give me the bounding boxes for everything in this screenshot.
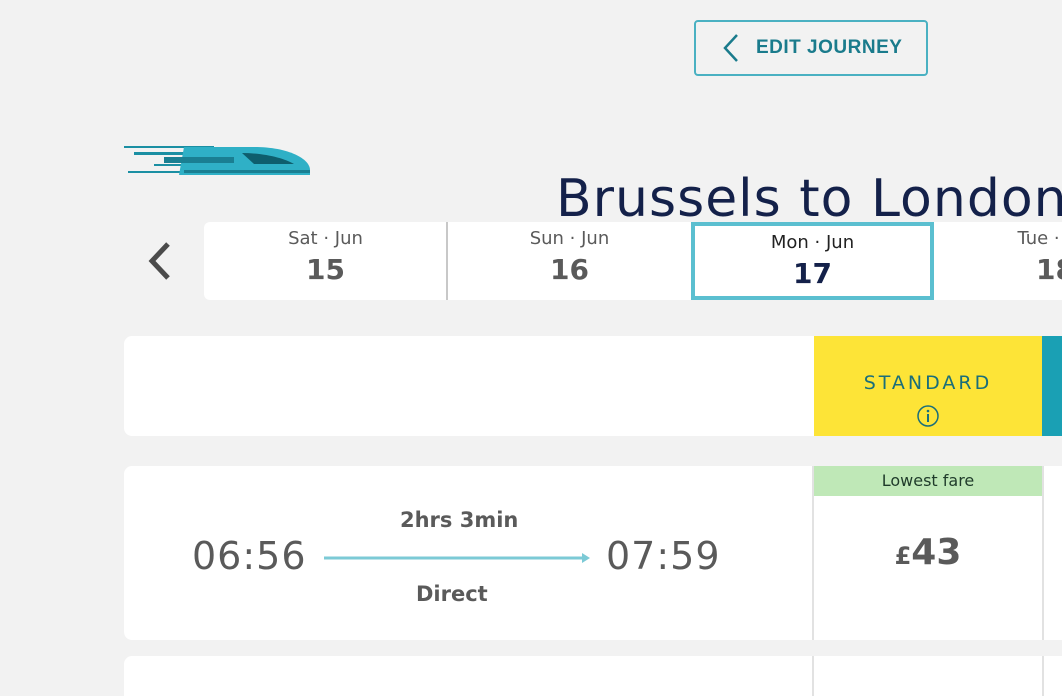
arrow-right-icon: [324, 553, 590, 563]
edit-journey-button[interactable]: EDIT JOURNEY: [694, 20, 928, 76]
fare-column-divider: [812, 656, 814, 696]
chevron-left-icon: [723, 34, 738, 62]
standard-fare-cell[interactable]: Lowest fare £43: [812, 466, 1044, 640]
journey-row: 06:56 2hrs 3min Direct 07:59 Lowest fare…: [124, 466, 1062, 640]
fare-column-divider: [1042, 656, 1044, 696]
date-tile-day: 17: [793, 257, 832, 290]
arrival-time: 07:59: [606, 534, 721, 578]
date-tile-label: Sat · Jun: [288, 228, 363, 249]
price-currency: £: [894, 542, 912, 570]
price-amount: 43: [911, 532, 962, 573]
date-tile-label: Sun · Jun: [529, 228, 610, 249]
page-title: Brussels to London: [556, 168, 1062, 229]
departure-time: 06:56: [192, 534, 307, 578]
lowest-fare-badge: Lowest fare: [814, 466, 1042, 496]
fare-price: £43: [814, 532, 1042, 573]
fare-class-header: STANDARD: [124, 336, 1062, 436]
info-icon[interactable]: [916, 404, 940, 428]
previous-date-arrow-icon[interactable]: [146, 240, 176, 282]
date-tile-day: 15: [306, 253, 345, 286]
date-selector: Sat · Jun 15 Sun · Jun 16 Mon · Jun 17 T…: [204, 222, 1062, 300]
standard-class-column[interactable]: STANDARD: [814, 336, 1042, 436]
date-tile-mon-17-selected[interactable]: Mon · Jun 17: [691, 222, 934, 300]
journey-duration: 2hrs 3min: [400, 508, 519, 532]
date-tile-label: Mon · Jun: [770, 232, 855, 253]
train-logo-icon: [124, 146, 310, 175]
date-tile-sat-15[interactable]: Sat · Jun 15: [204, 222, 447, 300]
standard-class-label: STANDARD: [863, 372, 993, 394]
date-tile-day: 16: [550, 253, 589, 286]
journey-type: Direct: [416, 582, 488, 606]
edit-journey-label: EDIT JOURNEY: [756, 37, 903, 58]
date-tile-tue-18[interactable]: Tue · Jun 18: [934, 222, 1062, 300]
date-tile-sun-16[interactable]: Sun · Jun 16: [448, 222, 691, 300]
journey-row: [124, 656, 1062, 696]
next-class-column[interactable]: [1042, 336, 1062, 436]
date-tile-day: 18: [1036, 253, 1062, 286]
date-tile-label: Tue · Jun: [1017, 228, 1062, 249]
